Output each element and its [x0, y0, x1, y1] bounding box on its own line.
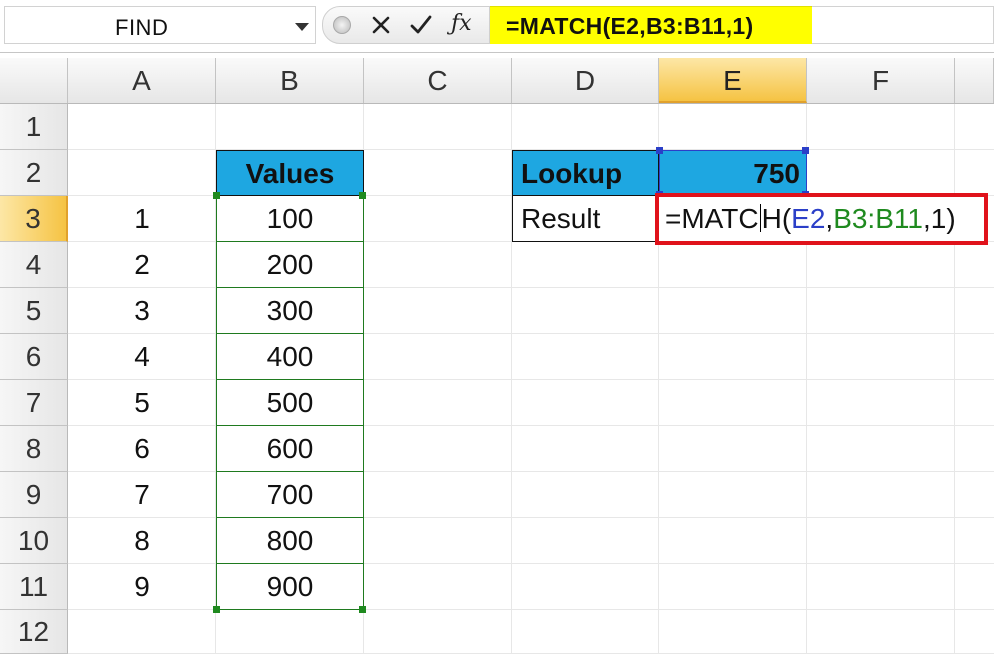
- column-header-f[interactable]: F: [807, 58, 955, 103]
- formula-prefix: =MATC: [665, 203, 759, 234]
- column-header-c[interactable]: C: [364, 58, 512, 103]
- column-header-e[interactable]: E: [659, 58, 807, 103]
- lookup-value-cell[interactable]: 750: [659, 150, 807, 196]
- values-header-cell[interactable]: Values: [216, 150, 364, 196]
- row-header-12[interactable]: 12: [0, 610, 68, 654]
- index-cell[interactable]: 9: [68, 564, 216, 610]
- value-cell[interactable]: 200: [216, 242, 364, 288]
- row-header-8[interactable]: 8: [0, 426, 68, 472]
- value-cell[interactable]: 800: [216, 518, 364, 564]
- value-cell[interactable]: 100: [216, 196, 364, 242]
- formula-tail: ,1): [922, 203, 956, 234]
- row-header-5[interactable]: 5: [0, 288, 68, 334]
- chevron-down-icon[interactable]: [295, 23, 309, 31]
- value-cell[interactable]: 700: [216, 472, 364, 518]
- lookup-label-cell[interactable]: Lookup: [512, 150, 659, 196]
- index-cell[interactable]: 8: [68, 518, 216, 564]
- range-handle[interactable]: [213, 192, 220, 199]
- cancel-icon[interactable]: [367, 11, 395, 39]
- index-cell[interactable]: 5: [68, 380, 216, 426]
- index-cell[interactable]: 4: [68, 334, 216, 380]
- row-header-6[interactable]: 6: [0, 334, 68, 380]
- value-cell[interactable]: 400: [216, 334, 364, 380]
- worksheet-grid[interactable]: Values 1 100 2 200 3 300 4 400 5 500 6 600 7 700 8 800 9 9…: [68, 104, 994, 654]
- column-header-g[interactable]: [955, 58, 994, 103]
- result-label-cell[interactable]: Result: [512, 196, 659, 242]
- name-box-value: FIND: [115, 15, 169, 40]
- row-header-11[interactable]: 11: [0, 564, 68, 610]
- formula-text: =MATCH(E2,B3:B11,1): [506, 13, 754, 39]
- column-header-b[interactable]: B: [216, 58, 364, 103]
- value-cell[interactable]: 900: [216, 564, 364, 610]
- text-cursor: [759, 204, 761, 232]
- reference-handle[interactable]: [802, 147, 809, 154]
- value-cell[interactable]: 600: [216, 426, 364, 472]
- formula-ref-range: B3:B11: [833, 203, 923, 234]
- formula-bar: FIND ƒx =MATCH(E2,B3:B11,1): [0, 0, 994, 53]
- column-header-a[interactable]: A: [68, 58, 216, 103]
- formula-ref-e2: E2: [791, 203, 826, 234]
- row-header-3[interactable]: 3: [0, 196, 68, 242]
- index-cell[interactable]: 2: [68, 242, 216, 288]
- name-box[interactable]: FIND: [4, 6, 316, 44]
- range-handle[interactable]: [213, 606, 220, 613]
- row-header-4[interactable]: 4: [0, 242, 68, 288]
- row-header-1[interactable]: 1: [0, 104, 68, 150]
- index-cell[interactable]: 1: [68, 196, 216, 242]
- value-cell[interactable]: 300: [216, 288, 364, 334]
- select-all-corner[interactable]: [0, 58, 68, 103]
- formula-edit-cell[interactable]: =MATC H(E2,B3:B11,1): [655, 193, 988, 245]
- checkmark-icon[interactable]: [407, 11, 435, 39]
- range-handle[interactable]: [359, 606, 366, 613]
- formula-func-tail: H(: [761, 203, 792, 234]
- row-header-2[interactable]: 2: [0, 150, 68, 196]
- formula-input[interactable]: =MATCH(E2,B3:B11,1): [490, 6, 812, 44]
- formula-buttons: ƒx: [322, 6, 490, 44]
- resize-grip-icon[interactable]: [333, 16, 351, 34]
- index-cell[interactable]: 6: [68, 426, 216, 472]
- column-headers: ABCDEF: [0, 58, 994, 104]
- row-header-9[interactable]: 9: [0, 472, 68, 518]
- row-header-10[interactable]: 10: [0, 518, 68, 564]
- value-cell[interactable]: 500: [216, 380, 364, 426]
- row-header-7[interactable]: 7: [0, 380, 68, 426]
- insert-function-icon[interactable]: ƒx: [451, 11, 472, 36]
- column-header-d[interactable]: D: [512, 58, 659, 103]
- index-cell[interactable]: 7: [68, 472, 216, 518]
- range-handle[interactable]: [359, 192, 366, 199]
- formula-input-extension[interactable]: [812, 6, 994, 44]
- index-cell[interactable]: 3: [68, 288, 216, 334]
- reference-handle[interactable]: [656, 147, 663, 154]
